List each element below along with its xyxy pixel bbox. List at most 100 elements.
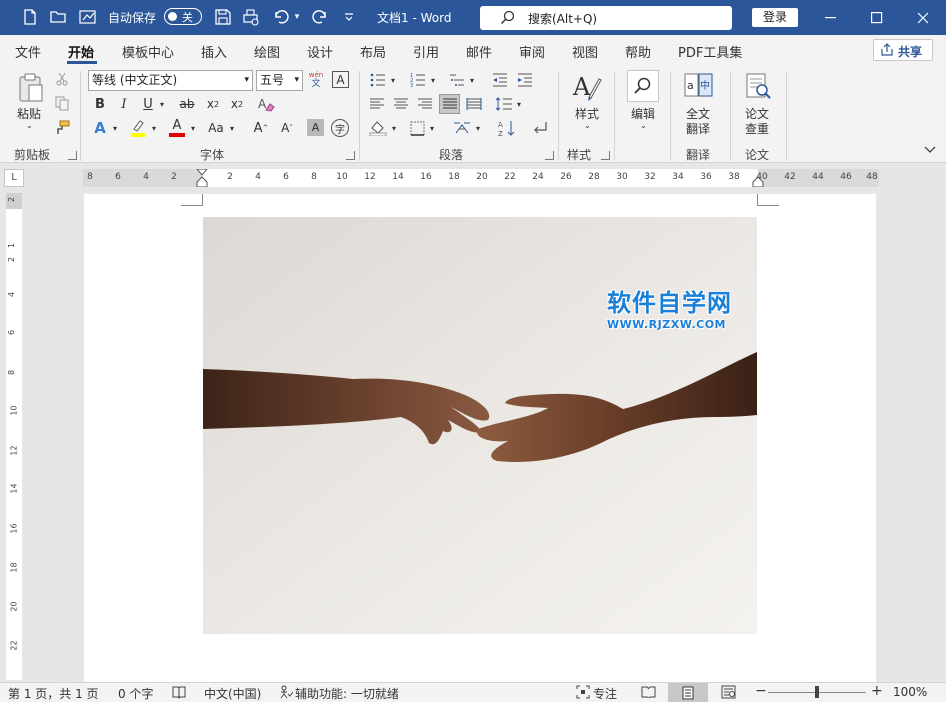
indent-marker-icon[interactable] xyxy=(196,169,208,187)
hands-photo[interactable] xyxy=(203,217,757,634)
character-shading-icon[interactable]: A xyxy=(307,119,324,136)
underline-dropdown-icon[interactable]: ▾ xyxy=(158,95,166,113)
tab-design[interactable]: 设计 xyxy=(307,42,333,61)
zoom-slider-thumb[interactable] xyxy=(815,686,819,698)
borders-dropdown-icon[interactable]: ▾ xyxy=(428,119,436,137)
font-size-select[interactable]: 五号 ▾ xyxy=(256,70,303,91)
tab-insert[interactable]: 插入 xyxy=(201,42,227,61)
character-border-icon[interactable]: A xyxy=(332,71,349,88)
shrink-font-icon[interactable]: A ˅ xyxy=(278,119,296,137)
zoom-out-icon[interactable]: − xyxy=(755,683,767,699)
redo-icon[interactable] xyxy=(311,8,329,26)
tab-template-center[interactable]: 模板中心 xyxy=(122,42,174,61)
bullets-icon[interactable] xyxy=(368,71,388,89)
shading-dropdown-icon[interactable]: ▾ xyxy=(390,119,398,137)
tab-selector[interactable]: L xyxy=(4,169,24,187)
collapse-ribbon-icon[interactable] xyxy=(922,143,938,157)
full-translate-line2[interactable]: 翻译 xyxy=(686,120,710,137)
file-icon[interactable] xyxy=(21,8,39,26)
thesis-line2[interactable]: 查重 xyxy=(745,120,769,137)
customize-icon[interactable] xyxy=(340,8,358,26)
read-mode-icon[interactable] xyxy=(641,685,656,698)
line-spacing-dropdown-icon[interactable]: ▾ xyxy=(515,95,523,113)
tab-home[interactable]: 开始 xyxy=(68,42,94,61)
tab-view[interactable]: 视图 xyxy=(572,42,598,61)
sort-icon[interactable]: AZ xyxy=(497,118,517,138)
pen-icon[interactable] xyxy=(79,8,97,26)
font-name-select[interactable]: 等线 (中文正文) ▾ xyxy=(88,70,253,91)
enclose-characters-icon[interactable]: 字 xyxy=(331,119,349,137)
align-center-icon[interactable] xyxy=(392,95,410,113)
styles-dropdown-icon[interactable]: ⌄ xyxy=(584,121,591,130)
page-count[interactable]: 第 1 页，共 1 页 xyxy=(8,685,99,702)
show-marks-icon[interactable] xyxy=(530,118,550,138)
multilevel-list-icon[interactable] xyxy=(447,71,467,89)
numbering-dropdown-icon[interactable]: ▾ xyxy=(429,71,437,89)
undo-dropdown-icon[interactable]: ▾ xyxy=(292,8,302,26)
translate-icon[interactable]: a中 xyxy=(683,71,715,101)
subscript-icon[interactable]: x2 xyxy=(205,95,221,113)
decrease-indent-icon[interactable] xyxy=(491,71,509,89)
justify-icon[interactable] xyxy=(439,94,460,114)
cut-icon[interactable] xyxy=(54,71,70,87)
find-icon[interactable] xyxy=(627,70,659,102)
bold-icon[interactable]: B xyxy=(92,95,108,113)
zoom-in-icon[interactable]: + xyxy=(871,683,883,699)
tab-references[interactable]: 引用 xyxy=(413,42,439,61)
share-button[interactable]: 共享 xyxy=(873,39,933,61)
print-preview-icon[interactable] xyxy=(242,8,260,26)
chinese-layout-dropdown-icon[interactable]: ▾ xyxy=(474,119,482,137)
tab-file[interactable]: 文件 xyxy=(15,42,41,61)
proofing-icon[interactable] xyxy=(172,685,186,699)
tab-help[interactable]: 帮助 xyxy=(625,42,651,61)
paragraph-launcher-icon[interactable] xyxy=(545,151,554,160)
superscript-icon[interactable]: x2 xyxy=(229,95,245,113)
increase-indent-icon[interactable] xyxy=(516,71,534,89)
login-button[interactable]: 登录 xyxy=(752,8,798,27)
tab-pdf-tools[interactable]: PDF工具集 xyxy=(678,42,742,61)
styles-label[interactable]: 样式 xyxy=(575,105,599,122)
autosave-toggle[interactable]: 关 xyxy=(164,8,202,25)
editing-label[interactable]: 编辑 xyxy=(631,105,655,122)
minimize-icon[interactable] xyxy=(808,0,854,35)
change-case-dropdown-icon[interactable]: ▾ xyxy=(228,119,236,137)
editing-dropdown-icon[interactable]: ⌄ xyxy=(640,121,647,130)
clear-formatting-icon[interactable]: A xyxy=(256,94,276,114)
styles-icon[interactable]: A xyxy=(570,71,604,103)
paste-label[interactable]: 粘贴 xyxy=(17,105,41,122)
focus-icon[interactable] xyxy=(576,685,590,699)
focus-mode-label[interactable]: 专注 xyxy=(593,685,617,702)
plagiarism-check-icon[interactable] xyxy=(742,71,774,101)
borders-icon[interactable] xyxy=(408,119,426,137)
tab-mailings[interactable]: 邮件 xyxy=(466,42,492,61)
text-effects-dropdown-icon[interactable]: ▾ xyxy=(111,119,119,137)
tab-review[interactable]: 审阅 xyxy=(519,42,545,61)
web-layout-icon[interactable] xyxy=(721,685,736,699)
grow-font-icon[interactable]: A ^ xyxy=(252,119,270,137)
language-indicator[interactable]: 中文(中国) xyxy=(204,685,261,702)
clipboard-launcher-icon[interactable] xyxy=(68,151,77,160)
print-layout-icon[interactable] xyxy=(668,683,708,702)
word-count[interactable]: 0 个字 xyxy=(118,685,153,702)
change-case-icon[interactable]: Aa xyxy=(204,119,228,137)
shading-icon[interactable] xyxy=(368,119,388,137)
bullets-dropdown-icon[interactable]: ▾ xyxy=(389,71,397,89)
open-folder-icon[interactable] xyxy=(49,8,67,26)
close-icon[interactable] xyxy=(900,0,946,35)
text-effects-icon[interactable]: A xyxy=(91,119,109,137)
zoom-level[interactable]: 100% xyxy=(893,685,927,699)
tab-layout[interactable]: 布局 xyxy=(360,42,386,61)
paste-icon[interactable] xyxy=(14,71,48,105)
italic-icon[interactable]: I xyxy=(116,95,132,113)
chinese-layout-icon[interactable] xyxy=(452,119,472,137)
search-box[interactable]: 搜索(Alt+Q) xyxy=(480,6,732,30)
maximize-icon[interactable] xyxy=(854,0,900,35)
align-right-icon[interactable] xyxy=(416,95,434,113)
vertical-ruler[interactable]: 2 1 2 4 6 8 10 12 14 16 18 20 22 xyxy=(6,193,22,680)
highlight-icon[interactable] xyxy=(128,118,148,138)
highlight-dropdown-icon[interactable]: ▾ xyxy=(150,119,158,137)
strikethrough-icon[interactable]: ab xyxy=(178,95,196,113)
tab-draw[interactable]: 绘图 xyxy=(254,42,280,61)
align-left-icon[interactable] xyxy=(368,95,386,113)
styles-launcher-icon[interactable] xyxy=(601,151,610,160)
